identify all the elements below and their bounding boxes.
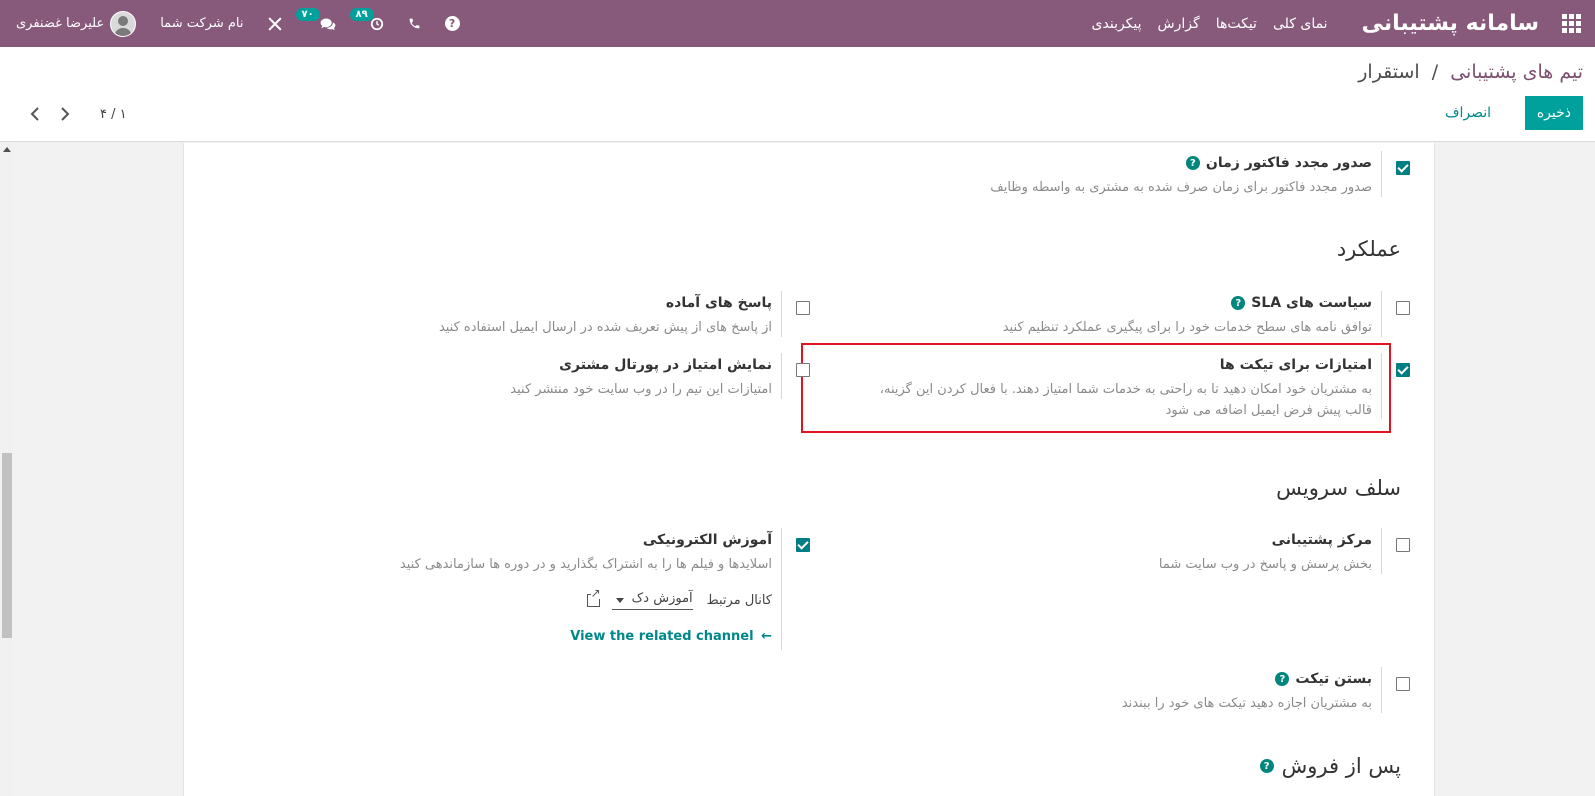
chevron-right-icon	[61, 107, 70, 121]
menu-configuration[interactable]: پیکربندی	[1084, 16, 1150, 32]
menu-reporting[interactable]: گزارش	[1150, 16, 1208, 32]
section-title-self-service: سلف سرویس	[1276, 476, 1401, 500]
phone-button[interactable]	[396, 0, 433, 47]
comments-icon	[320, 17, 335, 30]
messages-button[interactable]: ۷۰	[294, 0, 348, 47]
setting-title: مرکز پشتیبانی	[1271, 532, 1372, 548]
apps-menu-icon[interactable]	[1547, 0, 1595, 47]
section-title-performance: عملکرد	[1336, 237, 1401, 261]
breadcrumb-parent-link[interactable]: تیم های پشتیبانی	[1450, 61, 1583, 83]
user-name: علیرضا غضنفری	[16, 16, 105, 31]
top-navbar: سامانه پشتیبانی نمای کلی تیکت‌ها گزارش پ…	[0, 0, 1595, 47]
setting-title: صدور مجدد فاکتور زمان	[1205, 155, 1372, 171]
help-icon[interactable]: ?	[1259, 759, 1274, 773]
breadcrumb-separator: /	[1431, 61, 1439, 83]
setting-title: سیاست های SLA	[1251, 295, 1372, 311]
question-icon: ?	[444, 16, 460, 31]
app-brand[interactable]: سامانه پشتیبانی	[1336, 11, 1547, 36]
form-sheet: صدور مجدد فاکتور زمان ? صدور مجدد فاکتور…	[183, 143, 1435, 796]
user-menu[interactable]: علیرضا غضنفری	[0, 0, 148, 47]
scroll-up-arrow-icon[interactable]	[3, 147, 11, 152]
setting-title: نمایش امتیاز در پورتال مشتری	[559, 357, 772, 373]
pager-value[interactable]: ۴ / ۱	[100, 107, 127, 122]
phone-icon	[409, 18, 419, 29]
setting-description: بخش پرسش و پاسخ در وب سایت شما	[1158, 557, 1372, 572]
help-center-checkbox[interactable]	[1396, 538, 1410, 552]
setting-description: به مشتریان خود امکان دهید تا به راحتی به…	[879, 382, 1372, 418]
sla-checkbox[interactable]	[1396, 301, 1410, 315]
setting-title: آموزش الکترونیکی	[642, 532, 772, 548]
closing-ticket-checkbox[interactable]	[1396, 677, 1410, 691]
messages-badge: ۷۰	[295, 8, 320, 21]
external-link-icon[interactable]	[586, 587, 601, 607]
breadcrumb: تیم های پشتیبانی / استقرار	[1358, 61, 1583, 83]
setting-description: از پاسخ های از پیش تعریف شده در ارسال ای…	[438, 320, 772, 335]
setting-description: به مشتریان اجازه دهید تیکت های خود را بب…	[1121, 696, 1372, 711]
channel-select[interactable]: آموزش دک	[611, 591, 693, 610]
portal-rating-checkbox[interactable]	[796, 363, 810, 377]
setting-closing-ticket: بستن تیکت ? به مشتریان اجازه دهید تیکت ه…	[834, 667, 1434, 727]
section-title-after-sales: پس از فروش ?	[1259, 754, 1401, 778]
setting-reinvoice-time: صدور مجدد فاکتور زمان ? صدور مجدد فاکتور…	[834, 151, 1434, 211]
help-button[interactable]: ?	[433, 0, 472, 47]
tools-icon	[268, 17, 281, 30]
activity-badge: ۸۹	[349, 8, 374, 21]
systray: ? ۸۹ ۷۰ نام شرکت شما علیرضا غضنفری	[0, 0, 472, 47]
arrow-left-icon: ←	[761, 629, 772, 644]
scrollbar-thumb[interactable]	[2, 453, 12, 638]
elearning-checkbox[interactable]	[796, 538, 810, 552]
setting-title: بستن تیکت	[1295, 671, 1372, 687]
save-button[interactable]: ذخیره	[1524, 96, 1583, 130]
setting-description: توافق نامه های سطح خدمات خود را برای پیگ…	[1002, 320, 1372, 335]
setting-description: اسلایدها و فیلم ها را به اشتراک بگذارید …	[399, 557, 772, 572]
related-channel-link[interactable]: View the related channel ←	[570, 629, 772, 644]
pager-next-button[interactable]	[50, 101, 80, 127]
help-icon[interactable]: ?	[1275, 672, 1290, 686]
debug-tools-button[interactable]	[256, 0, 294, 47]
setting-ticket-ratings: امتیازات برای تیکت ها به مشتریان خود امک…	[834, 353, 1434, 423]
setting-elearning: آموزش الکترونیکی اسلایدها و فیلم ها را ب…	[234, 528, 834, 653]
setting-description: صدور مجدد فاکتور برای زمان صرف شده به مش…	[990, 180, 1372, 195]
reinvoice-time-checkbox[interactable]	[1396, 161, 1410, 175]
canned-responses-checkbox[interactable]	[796, 301, 810, 315]
channel-field: کانال مرتبط آموزش دک	[586, 587, 772, 610]
menu-tickets[interactable]: تیکت‌ها	[1208, 16, 1265, 32]
pager: ۴ / ۱	[20, 101, 127, 127]
vertical-scrollbar[interactable]	[0, 143, 14, 796]
chevron-left-icon	[30, 107, 39, 121]
channel-label: کانال مرتبط	[706, 593, 772, 608]
pager-previous-button[interactable]	[20, 101, 50, 127]
setting-portal-rating: نمایش امتیاز در پورتال مشتری امتیازات ای…	[234, 353, 834, 413]
setting-title: پاسخ های آماده	[665, 295, 772, 311]
help-icon[interactable]: ?	[1231, 296, 1246, 310]
menu-overview[interactable]: نمای کلی	[1265, 16, 1336, 32]
setting-canned-responses: پاسخ های آماده از پاسخ های از پیش تعریف …	[234, 291, 834, 351]
control-panel: تیم های پشتیبانی / استقرار ذخیره انصراف …	[0, 47, 1595, 142]
help-icon[interactable]: ?	[1185, 156, 1200, 170]
ratings-checkbox[interactable]	[1396, 363, 1410, 377]
discard-button[interactable]: انصراف	[1437, 96, 1499, 130]
breadcrumb-current: استقرار	[1358, 61, 1420, 83]
setting-title: امتیازات برای تیکت ها	[1219, 357, 1372, 373]
avatar	[110, 10, 137, 37]
company-switcher[interactable]: نام شرکت شما	[148, 0, 255, 47]
setting-description: امتیازات این تیم را در وب سایت خود منتشر…	[510, 382, 772, 397]
setting-sla-policies: سیاست های SLA ? توافق نامه های سطح خدمات…	[834, 291, 1434, 351]
setting-help-center: مرکز پشتیبانی بخش پرسش و پاسخ در وب سایت…	[834, 528, 1434, 588]
activity-button[interactable]: ۸۹	[348, 0, 396, 47]
